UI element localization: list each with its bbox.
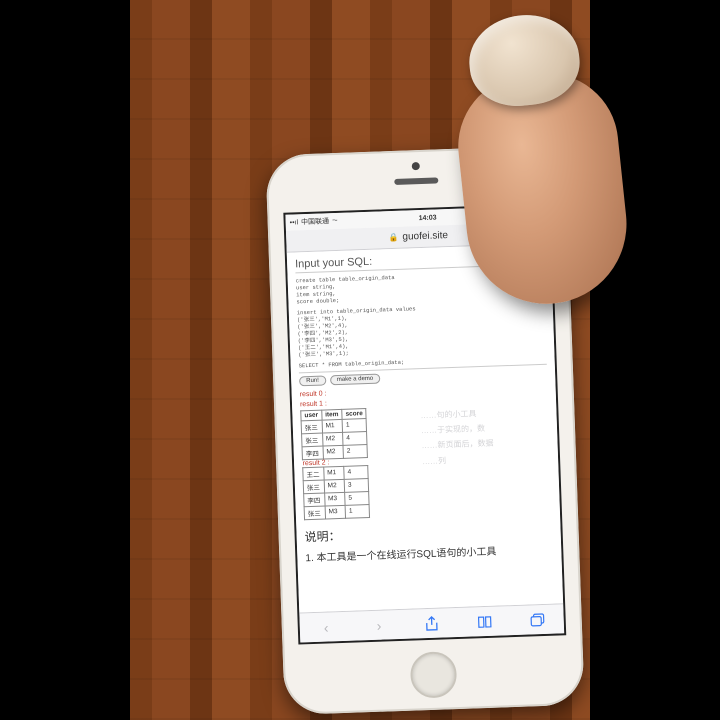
cell: M2 [324,479,345,493]
back-icon[interactable]: ‹ [318,619,335,636]
battery-percent: 99% [525,210,539,217]
result-table: user item score 张三M11 张三M24 李四M22 result… [300,408,370,520]
cell: 3 [344,478,369,492]
forward-icon[interactable]: › [371,617,388,634]
description-line-1: 1. 本工具是一个在线运行SQL语句的小工具 [305,540,553,564]
cell: 1 [345,504,370,518]
battery-icon: ▮ [542,210,546,218]
table-row: 张三M31 [304,504,370,519]
cell: 5 [345,491,370,505]
cell: M3 [325,505,346,519]
result-2-label: result 2 : [302,459,329,467]
cell: 李四 [302,446,323,460]
share-icon[interactable] [423,615,440,632]
overlay-faded-text: ……句的小工具 ……于实现的，数 ……新页面后，数据 ……列 [420,404,552,469]
cell: M2 [323,445,344,459]
iphone-device: ••ıl 中国联通 ⏦ 14:03 ᛒ 99% ▮ 🔒 guofei.site … [265,145,584,715]
cell: 张三 [301,420,322,434]
cell: M3 [324,492,345,506]
front-camera [412,162,420,170]
sql-textarea[interactable]: create table table_origin_data user stri… [296,269,545,306]
home-button[interactable] [410,651,458,699]
cell: 4 [343,431,368,445]
make-demo-button[interactable]: make a demo [330,373,381,385]
bookmarks-icon[interactable] [476,613,493,630]
carrier-label: 中国联通 [301,216,329,227]
sql-textarea-2[interactable]: insert into table_origin_data values ('张… [297,300,547,359]
url-host: guofei.site [402,230,448,243]
signal-icon: ••ıl [290,219,299,226]
clock-label: 14:03 [419,214,437,222]
earpiece-speaker [394,177,438,185]
run-button[interactable]: Run! [299,375,326,386]
lock-icon: 🔒 [388,233,398,242]
cell: 张三 [303,480,324,494]
webpage-content[interactable]: Input your SQL: create table table_origi… [287,244,563,613]
cell: 李四 [304,493,325,507]
cell: 2 [343,444,368,458]
wifi-icon: ⏦ [332,217,338,225]
bluetooth-icon: ᛒ [517,211,521,218]
phone-screen: ••ıl 中国联通 ⏦ 14:03 ᛒ 99% ▮ 🔒 guofei.site … [283,203,566,644]
cell: M1 [323,466,344,480]
cell: 4 [344,465,369,479]
cell: M1 [322,419,343,433]
cell: M2 [322,432,343,446]
cell: 张三 [302,433,323,447]
cell: 王二 [303,467,324,481]
tabs-icon[interactable] [529,611,546,628]
cell: 1 [342,418,367,432]
cell: 张三 [304,506,325,520]
